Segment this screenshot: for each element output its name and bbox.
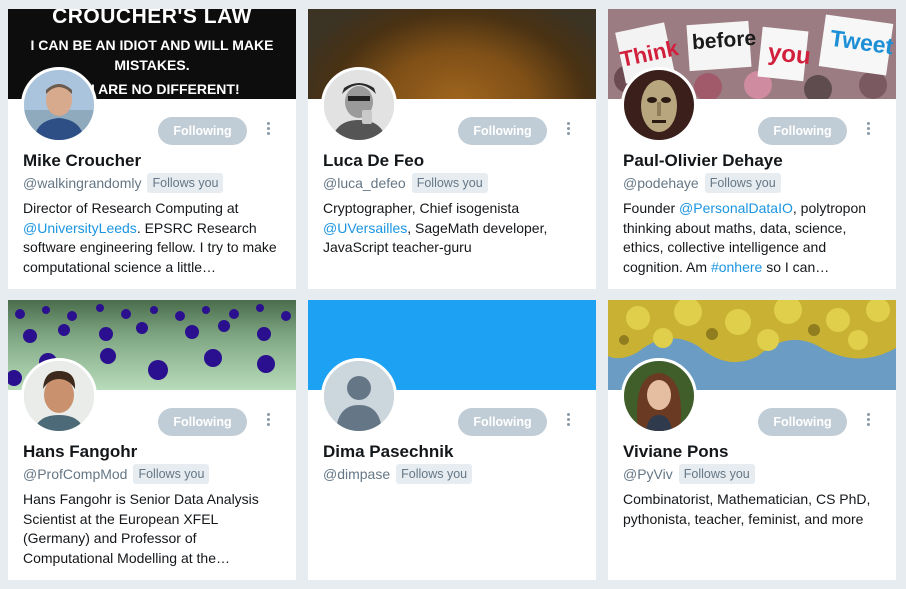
handle[interactable]: @dimpase [323, 466, 390, 482]
handle-row: @dimpase Follows you [323, 463, 473, 485]
bio: Hans Fangohr is Senior Data Analysis Sci… [23, 490, 285, 568]
handle-row: @luca_defeo Follows you [323, 172, 488, 194]
profile-card-luca-de-feo[interactable]: Following Luca De Feo @luca_defeo Follow… [308, 9, 596, 289]
following-button[interactable]: Following [458, 117, 547, 145]
following-button[interactable]: Following [158, 117, 247, 145]
bio: Combinatorist, Mathematician, CS PhD, py… [623, 490, 885, 529]
display-name[interactable]: Luca De Feo [323, 151, 424, 171]
banner-text: you [766, 38, 813, 71]
handle[interactable]: @ProfCompMod [23, 466, 127, 482]
default-avatar-icon[interactable] [321, 358, 397, 434]
profile-card-hans-fangohr[interactable]: Following Hans Fangohr @ProfCompMod Foll… [8, 300, 296, 580]
display-name[interactable]: Viviane Pons [623, 442, 729, 462]
handle-row: @walkingrandomly Follows you [23, 172, 224, 194]
bio: Cryptographer, Chief isogenista @UVersai… [323, 199, 585, 258]
bio-text: Cryptographer, Chief isogenista [323, 200, 520, 216]
avatar[interactable] [621, 358, 697, 434]
handle[interactable]: @PyViv [623, 466, 673, 482]
avatar[interactable] [621, 67, 697, 143]
display-name[interactable]: Hans Fangohr [23, 442, 137, 462]
more-options-icon[interactable] [265, 413, 271, 429]
avatar[interactable] [21, 67, 97, 143]
bio-text: Founder [623, 200, 680, 216]
profile-card-mike-croucher[interactable]: CROUCHER'S LAW I CAN BE AN IDIOT AND WIL… [8, 9, 296, 289]
display-name[interactable]: Mike Croucher [23, 151, 141, 171]
handle[interactable]: @walkingrandomly [23, 175, 141, 191]
bio-hashtag-link[interactable]: #onhere [711, 259, 762, 275]
handle[interactable]: @podehaye [623, 175, 699, 191]
bio-text: Hans Fangohr is Senior Data Analysis Sci… [23, 491, 259, 566]
bio-mention-link[interactable]: @UniversityLeeds [23, 220, 137, 236]
handle-row: @PyViv Follows you [623, 463, 755, 485]
banner-text: CROUCHER'S LAW [52, 9, 252, 28]
follows-you-badge: Follows you [133, 464, 210, 484]
display-name[interactable]: Paul-Olivier Dehaye [623, 151, 783, 171]
avatar[interactable] [321, 67, 397, 143]
display-name[interactable]: Dima Pasechnik [323, 442, 453, 462]
handle[interactable]: @luca_defeo [323, 175, 406, 191]
following-button[interactable]: Following [758, 408, 847, 436]
bio-mention-link[interactable]: @PersonalDataIO [679, 200, 793, 216]
profile-card-dima-pasechnik[interactable]: Following Dima Pasechnik @dimpase Follow… [308, 300, 596, 580]
avatar[interactable] [21, 358, 97, 434]
follows-you-badge: Follows you [396, 464, 473, 484]
bio-mention-link[interactable]: @UVersailles [323, 220, 407, 236]
following-button[interactable]: Following [758, 117, 847, 145]
more-options-icon[interactable] [865, 413, 871, 429]
banner-text: I CAN BE AN IDIOT AND WILL MAKE [30, 37, 274, 53]
follows-you-badge: Follows you [411, 173, 488, 193]
following-button[interactable]: Following [158, 408, 247, 436]
more-options-icon[interactable] [265, 122, 271, 138]
handle-row: @ProfCompMod Follows you [23, 463, 210, 485]
follows-you-badge: Follows you [704, 173, 781, 193]
more-options-icon[interactable] [565, 413, 571, 429]
profile-card-paul-olivier-dehaye[interactable]: Think before you Tweet Following Paul-Ol… [608, 9, 896, 289]
handle-row: @podehaye Follows you [623, 172, 781, 194]
follows-you-badge: Follows you [678, 464, 755, 484]
follows-you-badge: Follows you [147, 173, 224, 193]
bio-text: so I can… [762, 258, 830, 275]
bio-text: Director of Research Computing at [23, 200, 239, 216]
more-options-icon[interactable] [565, 122, 571, 138]
bio: Founder @PersonalDataIO, polytropon thin… [623, 199, 885, 277]
more-options-icon[interactable] [865, 122, 871, 138]
bio: Director of Research Computing at @Unive… [23, 199, 285, 277]
following-button[interactable]: Following [458, 408, 547, 436]
profile-card-viviane-pons[interactable]: Following Viviane Pons @PyViv Follows yo… [608, 300, 896, 580]
banner-text: before [691, 26, 757, 55]
bio-text: Combinatorist, Mathematician, CS PhD, py… [623, 491, 871, 527]
